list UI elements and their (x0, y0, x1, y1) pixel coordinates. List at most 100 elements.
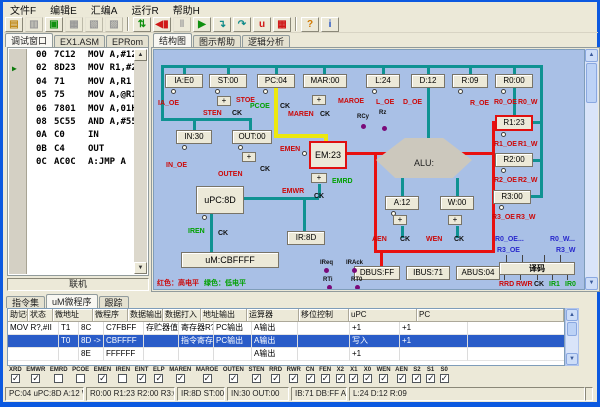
signal-checkbox[interactable] (271, 374, 280, 383)
toolbar-button[interactable]: ▦ (273, 17, 291, 32)
control-signal[interactable]: EMWR (26, 367, 45, 386)
control-signal[interactable]: AEN (395, 367, 408, 386)
code-line[interactable]: ▶ 05 75 MOV A,@R1 (8, 90, 134, 103)
block-upc[interactable]: uPC:8D (196, 186, 244, 214)
menu-item[interactable]: 帮助H (166, 2, 207, 17)
control-signal[interactable]: ELP (153, 367, 165, 386)
debug-tab[interactable]: EPRom (106, 35, 149, 47)
control-signal[interactable]: MAREN (169, 367, 191, 386)
block-l[interactable]: L:24 (366, 74, 400, 88)
block-ir[interactable]: IR:8D (287, 231, 325, 245)
signal-checkbox[interactable] (118, 374, 127, 383)
signal-checkbox[interactable] (426, 374, 435, 383)
code-line[interactable]: ▶ 0C AC0C A:JMP A (8, 157, 134, 170)
control-signal[interactable]: EMRD (50, 367, 68, 386)
block-out[interactable]: OUT:00 (232, 130, 272, 144)
control-signal[interactable]: CN (306, 367, 315, 386)
control-signal[interactable]: X0 (363, 367, 372, 386)
control-signal[interactable]: FEN (319, 367, 331, 386)
control-signal[interactable]: MAROE (196, 367, 218, 386)
block-r2[interactable]: R2:00 (495, 153, 533, 167)
debug-tab[interactable]: EX1.ASM (54, 35, 105, 47)
scroll-thumb[interactable] (586, 63, 597, 103)
block-alu[interactable]: ALU: (376, 138, 472, 178)
toolbar-button[interactable]: ▣ (45, 17, 63, 32)
block-decoder[interactable]: 译码 (499, 262, 575, 275)
control-signal[interactable]: WEN (377, 367, 391, 386)
block-r3[interactable]: R3:00 (493, 190, 531, 204)
control-signal[interactable]: S0 (440, 367, 449, 386)
block-r0[interactable]: R0:00 (495, 74, 533, 88)
toolbar-button[interactable]: ⇅ (133, 17, 151, 32)
signal-checkbox[interactable] (252, 374, 261, 383)
toolbar-button[interactable]: ▧ (85, 17, 103, 32)
toolbar-button[interactable]: ? (301, 17, 319, 32)
toolbar-button[interactable]: ↴ (213, 17, 231, 32)
block-st[interactable]: ST:00 (209, 74, 247, 88)
code-line[interactable]: ▶ 00 7C12 MOV A,#12H (8, 50, 134, 63)
control-signal[interactable]: S2 (412, 367, 421, 386)
table-scrollbar[interactable]: ▲ ▼ (565, 308, 579, 366)
toolbar-button[interactable]: ▦ (65, 17, 83, 32)
control-signal[interactable]: RWR (287, 367, 301, 386)
control-signal[interactable]: PCOE (72, 367, 89, 386)
toolbar-button[interactable]: ▶ (193, 17, 211, 32)
signal-checkbox[interactable] (229, 374, 238, 383)
code-listing[interactable]: ▶ 00 7C12 MOV A,#12H ▶ 02 8D23 MOV R1,#2… (8, 50, 134, 171)
toolbar-button[interactable]: ↷ (233, 17, 251, 32)
signal-checkbox[interactable] (412, 374, 421, 383)
table-row[interactable]: T0 8D -> CBFFFF 指令寄存器IR PC输出 A输出 写入 +1 (8, 335, 564, 348)
table-row[interactable]: 8E FFFFFF A输出 +1 (8, 348, 564, 361)
view-tab[interactable]: 逻辑分析 (242, 35, 290, 47)
diagram-scrollbar[interactable]: ▲ ▼ (585, 49, 598, 290)
signal-checkbox[interactable] (203, 374, 212, 383)
toolbar-button[interactable]: ‖ (173, 17, 191, 32)
block-em[interactable]: EM:23 (309, 141, 347, 169)
block-ibus[interactable]: IBUS:71 (406, 266, 450, 280)
control-signal[interactable]: X1 (349, 367, 358, 386)
signal-checkbox[interactable] (397, 374, 406, 383)
control-signal[interactable]: S1 (426, 367, 435, 386)
scroll-up-icon[interactable]: ▲ (585, 49, 598, 62)
scroll-thumb[interactable] (567, 322, 577, 336)
toolbar-button[interactable]: i (321, 17, 339, 32)
toolbar-button[interactable]: ▥ (25, 17, 43, 32)
signal-checkbox[interactable] (154, 374, 163, 383)
signal-checkbox[interactable] (176, 374, 185, 383)
signal-checkbox[interactable] (363, 374, 372, 383)
control-signal[interactable]: RRD (269, 367, 282, 386)
code-line[interactable]: ▶ 06 7801 MOV A,01H (8, 104, 134, 117)
table-row[interactable]: MOV R?,#II T1 8C C7FBFF 存贮器值EM 寄存器R? PC输… (8, 322, 564, 335)
block-abus[interactable]: ABUS:04 (456, 266, 500, 280)
signal-checkbox[interactable] (306, 374, 315, 383)
debug-tab[interactable]: 调试窗口 (5, 33, 53, 47)
block-r[interactable]: R:09 (452, 74, 488, 88)
signal-checkbox[interactable] (31, 374, 40, 383)
signal-checkbox[interactable] (379, 374, 388, 383)
block-pc[interactable]: PC:04 (257, 74, 295, 88)
view-tab[interactable]: 图示帮助 (193, 35, 241, 47)
toolbar-button[interactable]: ▨ (105, 17, 123, 32)
signal-checkbox[interactable] (289, 374, 298, 383)
code-line[interactable]: ▶ 0B C4 OUT (8, 144, 134, 157)
block-d[interactable]: D:12 (411, 74, 445, 88)
block-um[interactable]: uM:CBFFFF (181, 252, 279, 268)
block-a[interactable]: A:12 (385, 196, 419, 210)
block-r1[interactable]: R1:23 (495, 115, 533, 131)
signal-checkbox[interactable] (11, 374, 20, 383)
block-mar[interactable]: MAR:00 (303, 74, 347, 88)
toolbar-button[interactable]: ◀▮ (153, 17, 171, 32)
micro-tab[interactable]: 指令集 (6, 296, 45, 308)
scroll-down-icon[interactable]: ▼ (566, 353, 578, 365)
menu-item[interactable]: 文件F (3, 2, 43, 17)
signal-checkbox[interactable] (321, 374, 330, 383)
scroll-up-icon[interactable]: ▲ (566, 309, 578, 321)
control-signal[interactable]: IREN (116, 367, 130, 386)
menu-item[interactable]: 运行R (124, 2, 165, 17)
micro-tab[interactable]: 跟踪 (99, 296, 129, 308)
control-signal[interactable]: EMEN (94, 367, 111, 386)
code-line[interactable]: ▶ 02 8D23 MOV R1,#23H (8, 63, 134, 76)
scroll-up-icon[interactable]: ▲ (134, 49, 147, 61)
code-scrollbar[interactable]: ▲ ▼ (134, 49, 147, 274)
block-in[interactable]: IN:30 (176, 130, 212, 144)
